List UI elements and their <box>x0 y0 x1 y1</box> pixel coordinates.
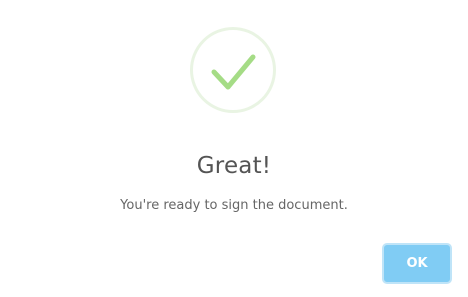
success-dialog: Great! You're ready to sign the document… <box>0 0 468 297</box>
dialog-message: You're ready to sign the document. <box>120 198 348 213</box>
dialog-title: Great! <box>196 153 272 179</box>
ok-button[interactable]: OK <box>382 243 452 284</box>
success-checkmark-icon <box>190 27 276 113</box>
checkmark-icon <box>211 54 256 90</box>
